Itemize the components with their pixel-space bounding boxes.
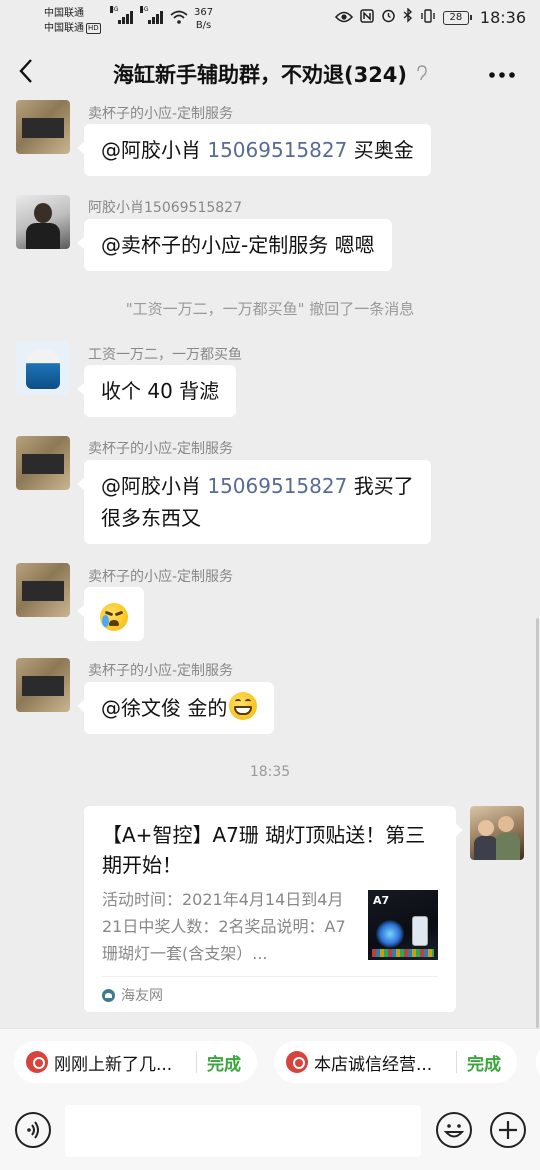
crying-face-emoji	[100, 602, 128, 631]
message-bubble[interactable]: @卖杯子的小应-定制服务 嗯嗯	[77, 219, 392, 271]
wifi-icon	[170, 10, 188, 28]
avatar[interactable]	[16, 436, 70, 490]
sender-name: 卖杯子的小应-定制服务	[88, 569, 234, 585]
shop-icon	[286, 1051, 308, 1073]
shop-icon	[26, 1051, 48, 1073]
avatar[interactable]	[16, 100, 70, 154]
chat-header: 海缸新手辅助群，不劝退(324)	[0, 42, 540, 104]
avatar[interactable]	[16, 563, 70, 617]
link-card[interactable]: 【A+智控】A7珊 瑚灯顶贴送！第三期开始！ 活动时间：2021年4月14日到4…	[84, 806, 463, 1012]
status-bar: 中国联通 中国联通 HD 3G 4G 367 B/s 28 18:36	[0, 0, 540, 42]
carrier-1: 中国联通	[44, 8, 84, 19]
avatar[interactable]	[16, 195, 70, 249]
carrier-2: 中国联通	[44, 23, 84, 34]
link-card-description: 活动时间：2021年4月14日到4月21日中奖人数：2名奖品说明：A7珊瑚灯一套…	[102, 890, 346, 963]
emoji-picker-icon[interactable]	[436, 1112, 472, 1148]
sender-name: 工资一万二，一万都买鱼	[88, 347, 242, 363]
link-card-thumbnail: A7	[368, 890, 438, 960]
quick-reply-chip[interactable]: 本店诚信经营... 完成	[274, 1041, 517, 1083]
signal-2-icon: 4G	[140, 6, 163, 24]
chat-title: 海缸新手辅助群，不劝退(324)	[0, 59, 540, 89]
hd-badge: HD	[86, 23, 101, 34]
alarm-icon	[381, 8, 396, 27]
plus-more-icon[interactable]	[490, 1112, 526, 1148]
avatar[interactable]	[16, 658, 70, 712]
message-bubble[interactable]	[77, 587, 144, 641]
eye-icon	[334, 9, 353, 27]
phone-number-link[interactable]: 15069515827	[207, 138, 347, 162]
avatar[interactable]	[16, 341, 70, 395]
timestamp: 18:35	[249, 764, 291, 780]
vibrate-icon	[420, 8, 436, 27]
link-card-title: 【A+智控】A7珊 瑚灯顶贴送！第三期开始！	[102, 823, 426, 877]
message-bubble[interactable]: @徐文俊 金的	[76, 682, 275, 734]
divider	[102, 976, 438, 977]
battery-icon: 28	[442, 10, 472, 25]
earpiece-mode-icon	[415, 65, 427, 85]
avatar[interactable]	[470, 806, 524, 860]
bluetooth-icon	[403, 7, 413, 27]
done-button[interactable]: 完成	[467, 1050, 501, 1075]
message-input[interactable]	[65, 1105, 421, 1157]
quick-reply-chip-partial[interactable]	[536, 1041, 540, 1083]
voice-input-icon[interactable]	[15, 1112, 51, 1148]
sender-name: 卖杯子的小应-定制服务	[88, 663, 234, 679]
message-bubble[interactable]: @阿胶小肖 15069515827 买奥金	[77, 124, 431, 176]
signal-1-icon: 3G	[110, 6, 133, 24]
sender-name: 卖杯子的小应-定制服务	[88, 441, 234, 457]
network-speed: 367 B/s	[194, 7, 214, 31]
grinning-face-emoji	[229, 692, 258, 720]
scrollbar[interactable]	[536, 618, 539, 1028]
clock: 18:36	[479, 8, 526, 27]
link-card-source: 海友网	[102, 985, 163, 1005]
sender-name: 卖杯子的小应-定制服务	[88, 106, 234, 122]
nfc-icon	[360, 8, 374, 27]
message-bubble[interactable]: @阿胶小肖 15069515827 我买了 很多东西又	[77, 460, 431, 544]
done-button[interactable]: 完成	[207, 1050, 241, 1075]
source-logo-icon	[102, 988, 115, 1002]
message-bubble[interactable]: 收个 40 背滤	[76, 365, 237, 417]
status-icons: 28 18:36	[334, 7, 526, 27]
carrier-info: 中国联通 中国联通 HD	[44, 6, 101, 36]
quick-reply-chip[interactable]: 刚刚上新了几... 完成	[14, 1041, 257, 1083]
sender-name: 阿胶小肖15069515827	[88, 200, 242, 216]
more-dots-icon[interactable]	[488, 58, 516, 84]
system-recall-notice: "工资一万二，一万都买鱼" 撤回了一条消息	[125, 300, 415, 318]
phone-number-link[interactable]: 15069515827	[207, 474, 347, 498]
